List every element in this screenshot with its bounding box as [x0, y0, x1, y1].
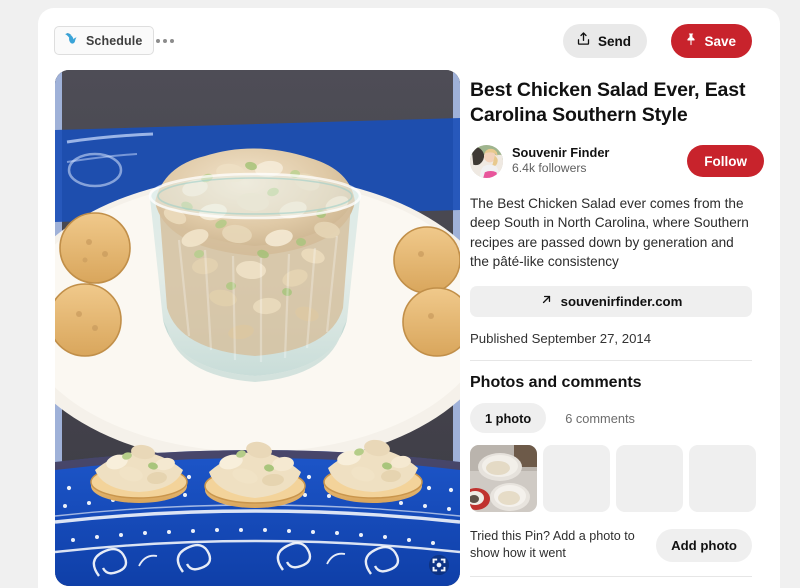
- schedule-button-label: Schedule: [86, 33, 143, 48]
- tab-photos[interactable]: 1 photo: [470, 403, 547, 434]
- author-followers: 6.4k followers: [512, 161, 587, 176]
- save-button-label: Save: [704, 33, 736, 49]
- schedule-button[interactable]: Schedule: [54, 26, 155, 55]
- author-row: Souvenir Finder 6.4k followers Follow: [470, 144, 764, 178]
- tab-comments-label: 6 comments: [565, 410, 635, 426]
- external-arrow-icon: [540, 293, 553, 311]
- more-options-button[interactable]: [148, 26, 182, 55]
- photo-thumbnail-1[interactable]: [470, 445, 537, 513]
- photo-thumbnail-strip: [470, 445, 764, 513]
- source-link-label: souvenirfinder.com: [560, 294, 683, 310]
- user-avatar: [470, 144, 503, 178]
- pin-description: The Best Chicken Salad ever comes from t…: [470, 195, 749, 269]
- follow-button[interactable]: Follow: [687, 145, 764, 178]
- photo-thumbnail-placeholder-3[interactable]: [689, 445, 756, 513]
- photos-comments-title: Photos and comments: [470, 374, 642, 392]
- more-horizontal-icon: [163, 38, 167, 43]
- photo-thumbnail-placeholder-1[interactable]: [543, 445, 610, 513]
- tab-photos-label: 1 photo: [485, 410, 532, 426]
- pin-toolbar: Schedule Send Save: [38, 8, 780, 70]
- author-text: Souvenir Finder 6.4k followers: [512, 145, 687, 177]
- add-photo-button-label: Add photo: [671, 537, 737, 553]
- expand-fullscreen-icon[interactable]: [428, 554, 450, 576]
- tailwind-bird-icon: [63, 30, 79, 51]
- more-horizontal-icon: [170, 38, 174, 43]
- save-button[interactable]: Save: [671, 24, 752, 58]
- tried-pin-row: Tried this Pin? Add a photo to show how …: [470, 528, 752, 562]
- published-date: Published September 27, 2014: [470, 331, 652, 347]
- page-title: Best Chicken Salad Ever, East Carolina S…: [470, 79, 746, 126]
- divider: [470, 576, 752, 578]
- photo-thumbnail-graphic: [470, 445, 537, 513]
- tried-pin-prompt: Tried this Pin? Add a photo to show how …: [470, 529, 635, 561]
- pin-detail-card: Schedule Send Save Best Chicken Salad Ev…: [38, 8, 780, 588]
- author-name: Souvenir Finder: [512, 145, 610, 161]
- photo-thumbnail-placeholder-2[interactable]: [616, 445, 683, 513]
- tab-comments[interactable]: 6 comments: [550, 403, 650, 433]
- pin-details-panel: Best Chicken Salad Ever, East Carolina S…: [468, 70, 764, 586]
- more-horizontal-icon: [156, 38, 160, 43]
- send-button[interactable]: Send: [562, 24, 647, 58]
- pin-image-graphic: [55, 70, 460, 586]
- follow-button-label: Follow: [704, 153, 747, 169]
- send-button-label: Send: [597, 33, 631, 49]
- source-link-button[interactable]: souvenirfinder.com: [470, 286, 752, 318]
- avatar[interactable]: [470, 144, 503, 178]
- pin-image[interactable]: [55, 70, 460, 586]
- divider: [470, 360, 752, 362]
- activity-tabs: 1 photo 6 comments: [470, 403, 764, 434]
- add-photo-button[interactable]: Add photo: [656, 528, 752, 562]
- share-upload-icon: [576, 31, 591, 51]
- pin-icon: [684, 32, 698, 51]
